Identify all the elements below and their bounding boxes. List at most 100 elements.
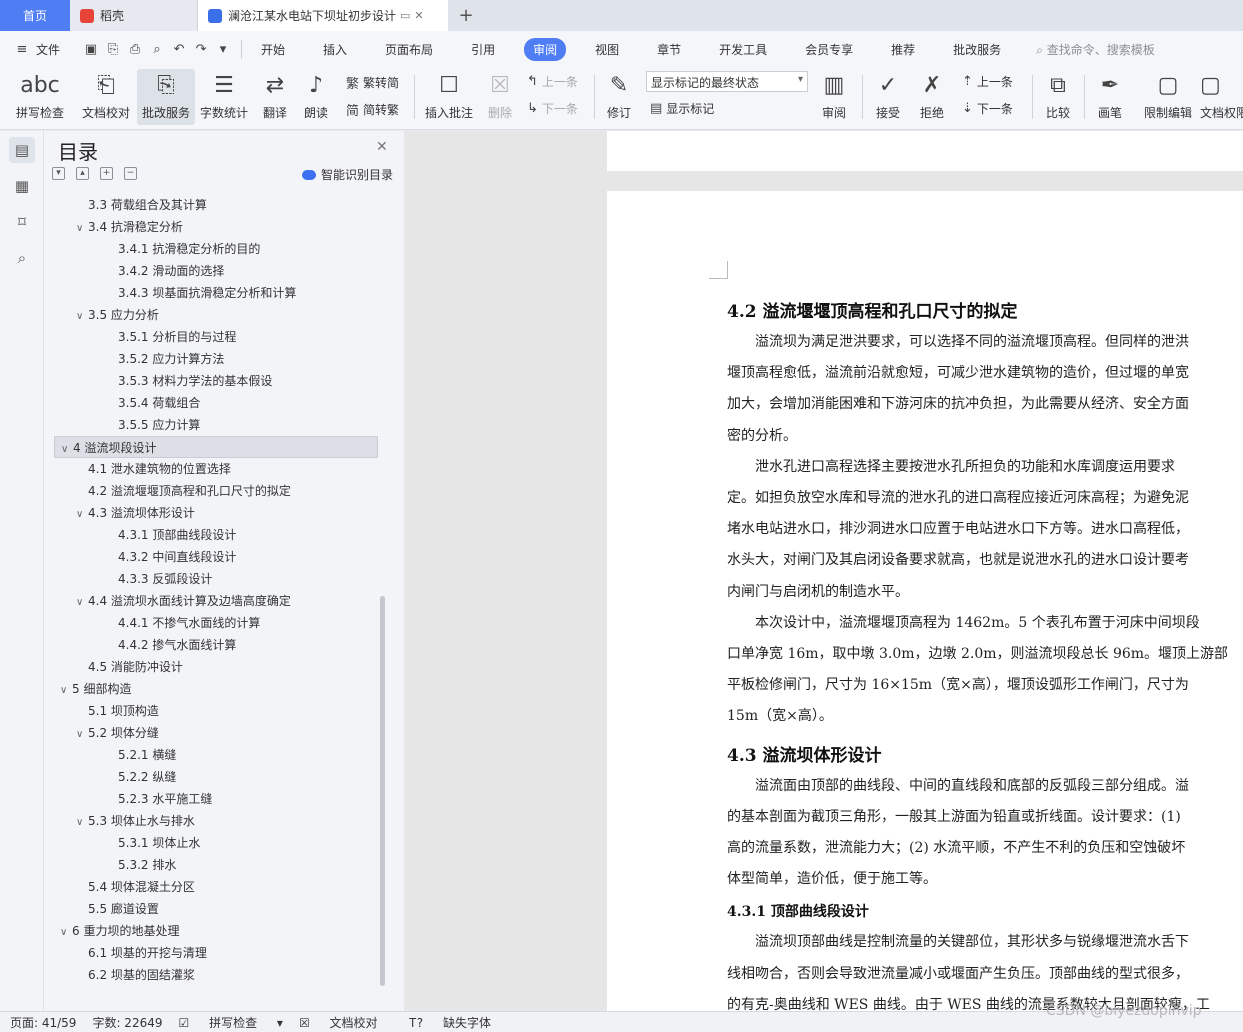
search-icon[interactable]: ⌕ <box>9 245 35 271</box>
tab-home[interactable]: 首页 <box>0 0 70 31</box>
menu-item-start[interactable]: 开始 <box>252 38 294 61</box>
menu-item-view[interactable]: 视图 <box>586 38 628 61</box>
toc-item[interactable]: ∨ 5 细部构造 <box>54 678 378 700</box>
word-count[interactable]: 字数: 22649 <box>92 1014 162 1031</box>
chevron-down-icon[interactable]: ∨ <box>76 812 88 834</box>
trad-to-simp-button[interactable]: 繁繁转简 <box>346 73 399 92</box>
export-icon[interactable]: ⎘ <box>105 41 121 57</box>
toc-item[interactable]: 5.5 廊道设置 <box>54 898 378 920</box>
toc-item[interactable]: ∨ 3.4 抗滑稳定分析 <box>54 216 378 238</box>
menu-item-reference[interactable]: 引用 <box>462 38 504 61</box>
markup-mode-select[interactable]: 显示标记的最终状态 <box>646 71 808 92</box>
add-heading-icon[interactable]: + <box>100 167 113 180</box>
toc-item[interactable]: 3.5.2 应力计算方法 <box>54 348 378 370</box>
file-menu[interactable]: 文件 <box>36 38 69 61</box>
toc-item[interactable]: 3.5.3 材料力学法的基本假设 <box>54 370 378 392</box>
wordcount-button[interactable]: ☰ 字数统计 <box>198 69 250 125</box>
page-indicator[interactable]: 页面: 41/59 <box>10 1014 76 1031</box>
toc-item[interactable]: 5.2.3 水平施工缝 <box>54 788 378 810</box>
toc-item[interactable]: ∨ 4 溢流坝段设计 <box>54 436 378 458</box>
menu-item-review[interactable]: 审阅 <box>524 37 567 61</box>
spellcheck-button[interactable]: abc 拼写检查 <box>8 69 72 125</box>
reject-button[interactable]: ✗ 拒绝 <box>912 69 952 125</box>
toc-item[interactable]: 6.2 坝基的固结灌浆 <box>54 964 378 986</box>
toc-panel-icon[interactable]: ▤ <box>9 137 35 163</box>
toc-item[interactable]: 5.3.2 排水 <box>54 854 378 876</box>
chevron-down-icon[interactable]: ∨ <box>76 592 88 614</box>
tab-document[interactable]: 澜沧江某水电站下坝址初步设计 ▭ ✕ <box>198 0 448 31</box>
menu-item-insert[interactable]: 插入 <box>314 38 356 61</box>
toc-item[interactable]: 3.4.1 抗滑稳定分析的目的 <box>54 238 378 260</box>
doccheck-button[interactable]: ⎗ 文档校对 <box>76 69 136 125</box>
toc-scrollbar[interactable] <box>380 596 385 986</box>
chevron-down-icon[interactable]: ∨ <box>76 218 88 240</box>
menu-item-correction[interactable]: 批改服务 <box>944 38 1010 61</box>
redo-icon[interactable]: ↷ <box>193 41 209 57</box>
bookmark-icon[interactable]: ⌑ <box>9 209 35 235</box>
toc-item[interactable]: ∨ 4.3 溢流坝体形设计 <box>54 502 378 524</box>
toc-item[interactable]: 4.5 消能防冲设计 <box>54 656 378 678</box>
ink-button[interactable]: ✒ 画笔 <box>1090 69 1130 125</box>
toc-item[interactable]: 6.1 坝基的开挖与清理 <box>54 942 378 964</box>
toc-item[interactable]: ∨ 6 重力坝的地基处理 <box>54 920 378 942</box>
chevron-down-icon[interactable]: ∨ <box>76 724 88 746</box>
preview-icon[interactable]: ⌕ <box>149 41 165 57</box>
document-page[interactable]: 4.2 溢流堰堰顶高程和孔口尺寸的拟定 溢流坝为满足泄洪要求，可以选择不同的溢流… <box>607 191 1243 1011</box>
prev-comment-button[interactable]: ↰ 上一条 <box>527 73 578 90</box>
menu-item-devtools[interactable]: 开发工具 <box>710 38 776 61</box>
outline-panel-icon[interactable]: ▦ <box>9 173 35 199</box>
new-tab-button[interactable]: + <box>448 0 484 31</box>
save-icon[interactable]: ▣ <box>83 41 99 57</box>
show-markup-button[interactable]: ▤ 显示标记 <box>650 100 714 117</box>
toc-item[interactable]: 3.4.3 坝基面抗滑稳定分析和计算 <box>54 282 378 304</box>
close-tab-icon[interactable]: ✕ <box>414 9 423 22</box>
command-search[interactable]: ⌕ 查找命令、搜索模板 <box>1036 41 1155 58</box>
translate-button[interactable]: ⇄ 翻译 <box>256 69 294 125</box>
undo-icon[interactable]: ↶ <box>171 41 187 57</box>
restrict-edit-button[interactable]: ▢ 限制编辑 <box>1140 69 1196 125</box>
toc-item[interactable]: ∨ 5.3 坝体止水与排水 <box>54 810 378 832</box>
chevron-down-icon[interactable]: ∨ <box>60 680 72 702</box>
compare-button[interactable]: ⧉ 比较 <box>1038 69 1078 125</box>
close-icon[interactable]: ✕ <box>376 139 388 155</box>
toc-item[interactable]: 4.3.3 反弧段设计 <box>54 568 378 590</box>
next-comment-button[interactable]: ↳ 下一条 <box>527 100 578 117</box>
simp-to-trad-button[interactable]: 简简转繁 <box>346 100 399 119</box>
toc-item[interactable]: ∨ 4.4 溢流坝水面线计算及边墙高度确定 <box>54 590 378 612</box>
toc-item[interactable]: 4.2 溢流堰堰顶高程和孔口尺寸的拟定 <box>54 480 378 502</box>
toc-item[interactable]: ∨ 5.2 坝体分缝 <box>54 722 378 744</box>
menu-item-chapter[interactable]: 章节 <box>648 38 690 61</box>
hamburger-icon[interactable]: ≡ <box>14 41 30 57</box>
toc-item[interactable]: 4.3.1 顶部曲线段设计 <box>54 524 378 546</box>
toc-item[interactable]: 5.1 坝顶构造 <box>54 700 378 722</box>
screen-icon[interactable]: ▭ <box>400 9 410 22</box>
toc-item[interactable]: 4.4.1 不掺气水面线的计算 <box>54 612 378 634</box>
missing-font-status[interactable]: Ꭲ? 缺失字体 <box>410 1014 507 1031</box>
collapse-all-icon[interactable]: ▾ <box>52 167 65 180</box>
doc-permission-button[interactable]: ▢ 文档权限 <box>1200 69 1243 125</box>
toc-item[interactable]: 5.3.1 坝体止水 <box>54 832 378 854</box>
toc-item[interactable]: 4.3.2 中间直线段设计 <box>54 546 378 568</box>
toc-item[interactable]: 4.4.2 掺气水面线计算 <box>54 634 378 656</box>
more-icon[interactable]: ▾ <box>215 41 231 57</box>
prev-change-button[interactable]: ⇡ 上一条 <box>962 73 1013 90</box>
spellcheck-status[interactable]: ☑ 拼写检查 ▾ <box>179 1014 283 1031</box>
toc-item[interactable]: 3.5.1 分析目的与过程 <box>54 326 378 348</box>
tab-daoke[interactable]: 稻壳 <box>70 0 198 31</box>
review-service-button[interactable]: ⎘ 批改服务 <box>137 69 195 125</box>
read-aloud-button[interactable]: ♪ 朗读 <box>298 69 334 125</box>
toc-item[interactable]: 3.3 荷载组合及其计算 <box>54 194 378 216</box>
toc-item[interactable]: ∨ 3.5 应力分析 <box>54 304 378 326</box>
chevron-down-icon[interactable]: ∨ <box>76 504 88 526</box>
review-pane-button[interactable]: ▥ 审阅 <box>814 69 854 125</box>
menu-item-member[interactable]: 会员专享 <box>796 38 862 61</box>
chevron-down-icon[interactable]: ∨ <box>76 306 88 328</box>
menu-item-recommend[interactable]: 推荐 <box>882 38 924 61</box>
insert-comment-button[interactable]: ☐ 插入批注 <box>420 69 478 125</box>
remove-heading-icon[interactable]: − <box>124 167 137 180</box>
proof-status[interactable]: ☒ 文档校对 <box>299 1014 394 1031</box>
menu-item-layout[interactable]: 页面布局 <box>376 38 442 61</box>
print-icon[interactable]: ⎙ <box>127 41 143 57</box>
toc-item[interactable]: 5.2.2 纵缝 <box>54 766 378 788</box>
toc-item[interactable]: 3.4.2 滑动面的选择 <box>54 260 378 282</box>
